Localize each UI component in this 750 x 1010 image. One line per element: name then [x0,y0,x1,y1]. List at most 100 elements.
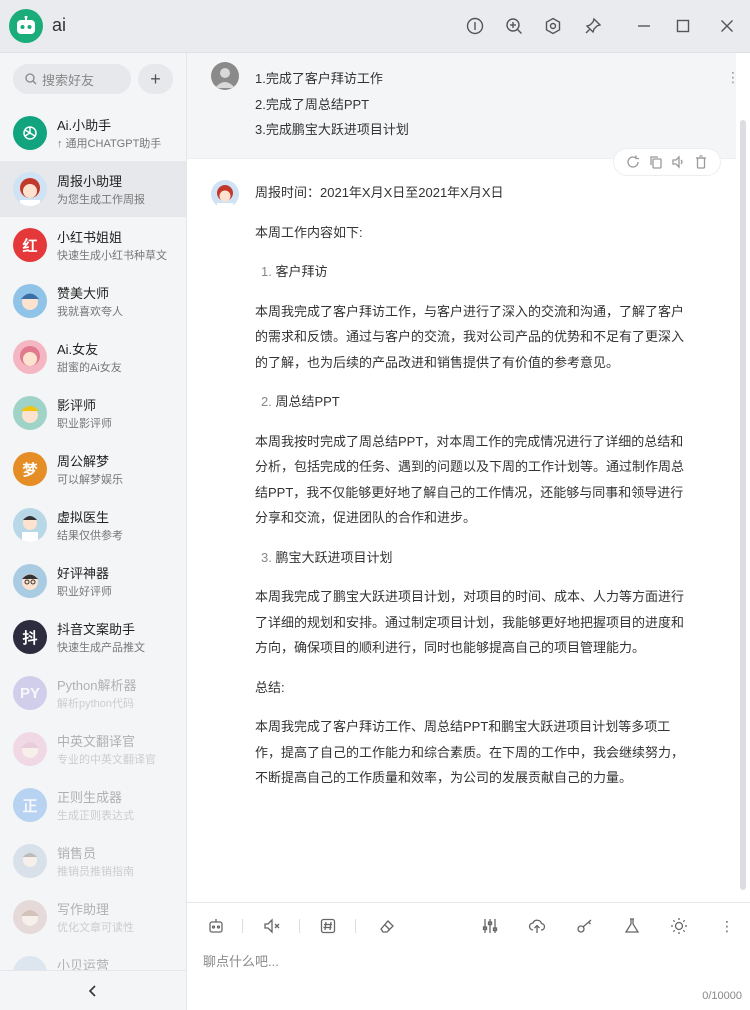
section-number: 3. [261,549,272,565]
close-icon[interactable] [715,14,739,38]
contact-name: 好评神器 [57,566,110,581]
robot-logo-icon [9,9,43,43]
girlfriend-avatar-icon [13,340,47,374]
chat-scrollbar[interactable] [740,120,746,890]
sun-icon[interactable] [668,915,690,937]
contact-item[interactable]: 写作助理 优化文章可读性 [0,889,186,945]
more-tools-icon[interactable]: ⋮ [716,915,738,937]
section-title: 客户拜访 [275,264,328,279]
contact-item[interactable]: PY Python解析器 解析python代码 [0,665,186,721]
user-message: 1.完成了客户拜访工作 2.完成了周总结PPT 3.完成鹏宝大跃进项目计划 ⋮ [187,53,740,159]
contact-item[interactable]: 赞美大师 我就喜欢夸人 [0,273,186,329]
contact-desc: 甜蜜的Ai女友 [57,362,122,374]
collapse-sidebar-button[interactable] [0,970,186,1010]
sidebar: 搜索好友 + Ai.小助手 ↑ 通用CHATGPT助手 周报小助理 为您生成工作… [0,53,187,1010]
regenerate-icon[interactable] [626,155,640,169]
settings-icon[interactable] [541,14,565,38]
contact-item[interactable]: 好评神器 职业好评师 [0,553,186,609]
mute-icon[interactable] [261,915,283,937]
sliders-icon[interactable] [479,915,501,937]
section-paragraph: 本周我按时完成了周总结PPT，对本周工作的完成情况进行了详细的总结和分析，包括完… [255,433,685,526]
section-number: 1. [261,264,272,279]
section-number: 2. [261,394,272,409]
contact-avatar: 红 [13,228,47,262]
search-input[interactable]: 搜索好友 [13,64,131,94]
hashtag-icon[interactable] [317,915,339,937]
contact-desc: 推销员推销指南 [57,866,134,878]
contact-name: 虚拟医生 [57,510,110,525]
robot-icon[interactable] [205,915,227,937]
contact-desc: 职业好评师 [57,586,112,598]
app-title: ai [52,15,67,35]
user-message-line: 2.完成了周总结PPT [255,96,370,112]
contact-item[interactable]: 中英文翻译官 专业的中英文翻译官 [0,721,186,777]
contact-avatar: 梦 [13,452,47,486]
contact-list: Ai.小助手 ↑ 通用CHATGPT助手 周报小助理 为您生成工作周报 红 小红… [0,105,186,1001]
contact-desc: 优化文章可读性 [57,922,134,934]
contact-desc: 快速生成小红书种草文 [57,250,167,262]
doctor-avatar-icon [13,508,47,542]
user-message-line: 3.完成鹏宝大跃进项目计划 [255,122,409,137]
contact-item[interactable]: Ai.女友 甜蜜的Ai女友 [0,329,186,385]
contact-item[interactable]: 销售员 推销员推销指南 [0,833,186,889]
input-area: ⋮ 聊点什么吧... 0/10000 [187,902,750,1010]
bot-message: 周报时间：2021年X月X日至2021年X月X日 本周工作内容如下: 1. 客户… [255,180,695,791]
contact-avatar: 抖 [13,620,47,654]
trash-icon[interactable] [694,155,708,169]
contact-desc: 专业的中英文翻译官 [57,754,156,766]
contact-name: Ai.女友 [57,342,99,357]
contact-name: Ai.小助手 [57,118,112,133]
message-toolbar [613,148,721,176]
cloud-upload-icon[interactable] [526,915,548,937]
contact-name: 中英文翻译官 [57,734,136,749]
contact-name: 正则生成器 [57,790,123,805]
contact-item[interactable]: 红 小红书姐姐 快速生成小红书种草文 [0,217,186,273]
title-bar: ai [0,0,750,53]
reviewer-avatar-icon [13,564,47,598]
report-period: 周报时间：2021年X月X日至2021年X月X日 [255,185,504,200]
contact-item[interactable]: Ai.小助手 ↑ 通用CHATGPT助手 [0,105,186,161]
contact-name: 周报小助理 [57,174,123,189]
contact-item[interactable]: 抖 抖音文案助手 快速生成产品推文 [0,609,186,665]
contact-desc: 可以解梦娱乐 [57,474,123,486]
contact-item[interactable]: 虚拟医生 结果仅供参考 [0,497,186,553]
contact-name: 周公解梦 [57,454,110,469]
speaker-icon[interactable] [671,155,685,169]
contact-item[interactable]: 正 正则生成器 生成正则表达式 [0,777,186,833]
pin-icon[interactable] [581,14,605,38]
contact-desc: 结果仅供参考 [57,530,123,542]
contact-desc: 我就喜欢夸人 [57,306,123,318]
section-title: 鹏宝大跃进项目计划 [275,549,393,565]
chevron-left-icon [88,984,96,997]
search-placeholder: 搜索好友 [42,72,95,88]
report-intro: 本周工作内容如下: [255,224,363,240]
contact-item[interactable]: 梦 周公解梦 可以解梦娱乐 [0,441,186,497]
minimize-icon[interactable] [632,14,656,38]
section-heading: 2. 周总结PPT [261,389,695,415]
writer-avatar-icon [13,900,47,934]
salesman-avatar-icon [13,844,47,878]
copy-icon[interactable] [649,155,663,169]
contact-name: 抖音文案助手 [57,622,136,637]
info-icon[interactable] [463,14,487,38]
contact-item[interactable]: 影评师 职业影评师 [0,385,186,441]
summary-paragraph: 本周我完成了客户拜访工作、周总结PPT和鹏宝大跃进项目计划等多项工作，提高了自己… [255,719,685,785]
contact-item-active[interactable]: 周报小助理 为您生成工作周报 [0,161,186,217]
message-input[interactable]: 聊点什么吧... [203,951,279,970]
contact-desc: 为您生成工作周报 [57,194,145,206]
flask-icon[interactable] [621,915,643,937]
section-heading: 3. 鹏宝大跃进项目计划 [261,545,695,571]
eraser-icon[interactable] [376,915,398,937]
add-friend-button[interactable]: + [138,64,173,94]
key-icon[interactable] [574,915,596,937]
maximize-icon[interactable] [671,14,695,38]
section-paragraph: 本周我完成了鹏宝大跃进项目计划，对项目的时间、成本、人力等方面进行了详细的规划和… [255,589,685,655]
contact-name: 小红书姐姐 [57,230,123,245]
boy-avatar-icon [13,284,47,318]
toolbar-divider [355,919,356,933]
more-options-icon[interactable]: ⋮ [726,69,740,86]
user-avatar-icon [211,62,239,90]
zoom-in-icon[interactable] [502,14,526,38]
user-message-line: 1.完成了客户拜访工作 [255,71,383,86]
char-counter: 0/10000 [702,990,742,1002]
